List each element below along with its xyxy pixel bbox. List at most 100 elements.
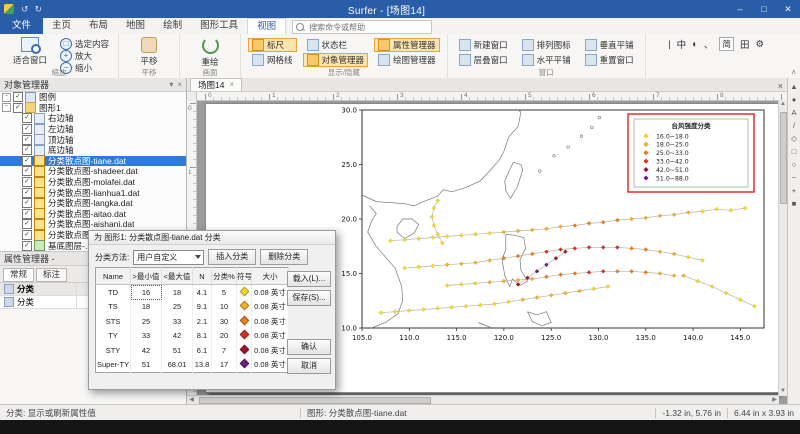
ime-mode-toggle[interactable]: 中 xyxy=(677,37,687,51)
polygon-tool-icon[interactable]: ◇ xyxy=(789,134,799,144)
class-cell[interactable]: 13.8 xyxy=(193,357,212,372)
class-cell[interactable]: 33 xyxy=(131,329,162,343)
class-cell[interactable]: 51 xyxy=(162,343,193,357)
maximize-button[interactable]: □ xyxy=(752,4,776,14)
horizontal-scroll-thumb[interactable] xyxy=(199,397,431,404)
class-cell[interactable]: 0.08 英寸 xyxy=(252,314,289,328)
class-row-TS[interactable]: TS18259.1100.08 英寸 xyxy=(96,300,289,314)
window-item-1[interactable]: 层叠窗口 xyxy=(455,53,512,67)
point-tool-icon[interactable]: ● xyxy=(789,95,799,105)
prop-tab-0[interactable]: 常规 xyxy=(3,268,34,282)
visibility-checkbox[interactable]: ✓ xyxy=(13,103,23,113)
tree-item-2[interactable]: ✓右边轴 xyxy=(0,113,186,124)
expand-toggle-icon[interactable]: - xyxy=(2,103,11,112)
spline-tool-icon[interactable]: ~ xyxy=(789,173,799,183)
visibility-checkbox[interactable]: ✓ xyxy=(22,219,32,229)
class-row-STY[interactable]: STY42516.170.08 英寸 xyxy=(96,343,289,357)
zoom-item-1[interactable]: +放大 xyxy=(58,50,111,61)
visibility-checkbox[interactable]: ✓ xyxy=(22,145,32,155)
class-cell[interactable]: 16 xyxy=(131,285,162,300)
class-cell[interactable]: 5 xyxy=(212,285,237,300)
class-cell[interactable]: 6.1 xyxy=(193,343,212,357)
class-cell[interactable]: 33 xyxy=(162,314,193,328)
symbol-tool-icon[interactable]: + xyxy=(789,186,799,196)
fit-to-window-button[interactable]: 适合窗口 xyxy=(7,36,53,66)
visibility-checkbox[interactable]: ✓ xyxy=(22,135,32,145)
zoom-item-0[interactable]: □选定内容 xyxy=(58,38,111,49)
class-symbol-icon[interactable] xyxy=(237,357,252,372)
showhide-toggle-2[interactable]: 状态栏 xyxy=(303,38,369,52)
document-tab[interactable]: 场图14 × xyxy=(190,78,242,91)
class-cell[interactable]: 18 xyxy=(131,300,162,314)
class-cell[interactable]: 9.1 xyxy=(193,300,212,314)
class-cell[interactable]: 2.1 xyxy=(193,314,212,328)
pan-button[interactable]: 平移 xyxy=(126,36,172,67)
polyline-tool-icon[interactable]: / xyxy=(789,121,799,131)
class-row-TY[interactable]: TY33428.1200.08 英寸 xyxy=(96,329,289,343)
class-symbol-icon[interactable] xyxy=(237,285,252,300)
class-cell[interactable]: 0.08 英寸 xyxy=(252,329,289,343)
class-cell[interactable]: 10 xyxy=(212,300,237,314)
class-cell[interactable]: 17 xyxy=(212,357,237,372)
visibility-checkbox[interactable]: ✓ xyxy=(22,198,32,208)
prop-tab-1[interactable]: 标注 xyxy=(36,268,67,282)
redraw-button[interactable]: 重绘 xyxy=(187,36,233,68)
class-cell[interactable]: STS xyxy=(96,314,131,328)
visibility-checkbox[interactable]: ✓ xyxy=(13,92,23,102)
class-symbol-icon[interactable] xyxy=(237,343,252,357)
undo-icon[interactable]: ↺ xyxy=(21,4,29,15)
class-cell[interactable]: 25 xyxy=(162,300,193,314)
class-cell[interactable]: TY xyxy=(96,329,131,343)
minimize-button[interactable]: – xyxy=(728,4,752,14)
class-symbol-icon[interactable] xyxy=(237,329,252,343)
class-cell[interactable]: 20 xyxy=(212,329,237,343)
command-search-input[interactable] xyxy=(307,22,421,33)
visibility-checkbox[interactable]: ✓ xyxy=(22,166,32,176)
window-item-3[interactable]: 水平平铺 xyxy=(518,53,575,67)
showhide-toggle-0[interactable]: 标尺 xyxy=(248,38,297,52)
showhide-toggle-3[interactable]: 对象管理器 xyxy=(303,53,369,67)
class-cell[interactable]: TD xyxy=(96,285,131,300)
scroll-down-arrow[interactable]: ▼ xyxy=(779,387,787,396)
tree-item-1[interactable]: -✓图形1 xyxy=(0,103,186,114)
delete-class-button[interactable]: 删除分类 xyxy=(260,249,308,265)
visibility-checkbox[interactable]: ✓ xyxy=(22,230,32,240)
tab-2[interactable]: 布局 xyxy=(80,18,117,34)
ime-punct-icon[interactable]: 、 xyxy=(704,37,714,51)
scroll-left-arrow[interactable]: ◀ xyxy=(187,396,196,404)
scroll-right-arrow[interactable]: ▶ xyxy=(770,396,779,404)
ok-button[interactable]: 确认 xyxy=(287,339,331,355)
window-item-2[interactable]: 排列图标 xyxy=(518,38,575,52)
tab-bar-close-icon[interactable]: × xyxy=(778,81,783,91)
class-cell[interactable]: 4.1 xyxy=(193,285,212,300)
ime-shape-icon[interactable]: ◐ xyxy=(692,39,698,50)
ime-lang-badge[interactable]: 简 xyxy=(719,37,734,51)
visibility-checkbox[interactable]: ✓ xyxy=(22,241,32,251)
horizontal-scrollbar[interactable]: ◀ ▶ xyxy=(187,395,779,404)
map-svg[interactable]: 105.0110.0115.0120.0125.0130.0135.0140.0… xyxy=(326,104,778,356)
tab-6[interactable]: 视图 xyxy=(247,18,286,34)
class-symbol-icon[interactable] xyxy=(237,300,252,314)
showhide-toggle-1[interactable]: 网格线 xyxy=(248,53,297,67)
vertical-scrollbar[interactable]: ▲ ▼ xyxy=(778,100,787,396)
class-cell[interactable]: 42 xyxy=(162,329,193,343)
scroll-up-arrow[interactable]: ▲ xyxy=(779,100,787,109)
ime-keyboard-icon[interactable]: 田 xyxy=(740,37,750,51)
ellipse-tool-icon[interactable]: ○ xyxy=(789,160,799,170)
cancel-button[interactable]: 取消 xyxy=(287,358,331,374)
tree-item-0[interactable]: -✓图例 xyxy=(0,92,186,103)
classification-table[interactable]: Name>最小值<最大值N分类%符号大小TD16184.150.08 英寸TS1… xyxy=(95,267,289,373)
visibility-checkbox[interactable]: ✓ xyxy=(22,209,32,219)
window-item-4[interactable]: 垂直平铺 xyxy=(581,38,638,52)
class-row-Super-TY[interactable]: Super-TY5168.0113.8170.08 英寸 xyxy=(96,357,289,372)
class-cell[interactable]: 51 xyxy=(131,357,162,372)
class-cell[interactable]: 25 xyxy=(131,314,162,328)
tree-item-3[interactable]: ✓左边轴 xyxy=(0,124,186,135)
class-cell[interactable]: STY xyxy=(96,343,131,357)
class-row-STS[interactable]: STS25332.130 0.08 英寸 xyxy=(96,314,289,328)
class-symbol-icon[interactable] xyxy=(237,314,252,328)
class-cell[interactable]: 0.08 英寸 xyxy=(252,357,289,372)
save-button[interactable]: 保存(S)... xyxy=(287,290,331,306)
class-cell[interactable]: 30 xyxy=(212,314,237,328)
tab-4[interactable]: 绘制 xyxy=(154,18,191,34)
